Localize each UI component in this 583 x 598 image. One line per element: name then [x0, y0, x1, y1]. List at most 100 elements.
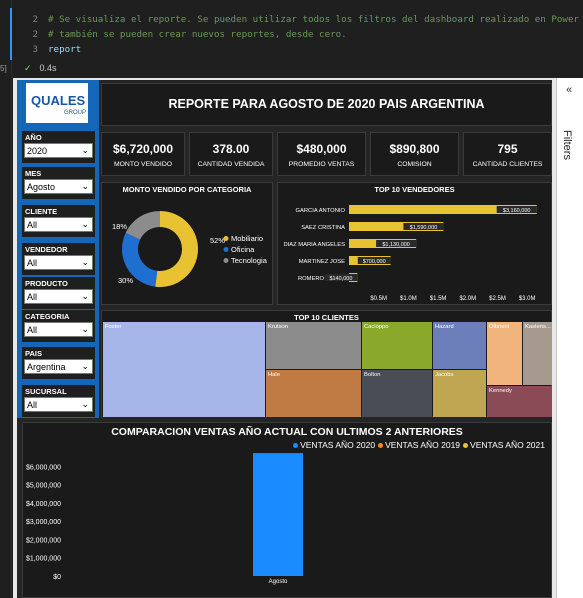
- slicer-dropdown[interactable]: 2020 ⌄: [24, 143, 93, 158]
- y-tick-label: $1,000,000: [26, 556, 61, 563]
- double-chevron-left-icon[interactable]: «: [566, 84, 572, 96]
- slicer-dropdown[interactable]: All ⌄: [24, 289, 93, 304]
- slicer-value: 2020: [27, 146, 48, 156]
- slicer-value: All: [27, 258, 38, 268]
- donut-slice-mobiliario[interactable]: [155, 211, 199, 287]
- slicer-value: Agosto: [27, 182, 56, 192]
- y-tick-label: $6,000,000: [26, 464, 61, 471]
- slicer-dropdown[interactable]: All ⌄: [24, 255, 93, 270]
- report-title: REPORTE PARA AGOSTO DE 2020 PAIS ARGENTI…: [168, 97, 485, 111]
- legend-marker: [223, 258, 229, 263]
- kpi-card[interactable]: $6,720,000 MONTO VENDIDO: [101, 132, 185, 176]
- treemap-label: Krutson: [268, 324, 288, 330]
- vendedores-chart[interactable]: GARCIA ANTONIO $3,160,000 SAEZ CRISTINA $1,…: [278, 183, 553, 306]
- y-tick-label: $5,000,000: [26, 483, 61, 490]
- code-line[interactable]: 3 report: [14, 42, 583, 57]
- treemap-label: Jacobs: [435, 372, 454, 378]
- donut-data-label: 52%: [210, 236, 225, 245]
- code-cell[interactable]: 2 # Se visualiza el reporte. Se pueden ut…: [14, 12, 583, 60]
- slicer-title: SUCURSAL: [25, 387, 67, 396]
- slicer-title: AÑO: [25, 133, 42, 142]
- check-icon: ✓: [24, 63, 32, 73]
- treemap-label: Bolton: [364, 372, 381, 378]
- logo-subtext: GROUP: [64, 110, 87, 116]
- logo-text: QUALES: [31, 93, 86, 108]
- line-number: 2: [32, 29, 38, 40]
- slicer-dropdown[interactable]: All ⌄: [24, 322, 93, 337]
- treemap-label: Foster: [105, 324, 122, 330]
- comparacion-bar[interactable]: [253, 453, 303, 576]
- line-number: 2: [32, 14, 38, 25]
- treemap-label: Hale: [268, 372, 280, 378]
- legend-label[interactable]: Tecnologia: [231, 256, 268, 265]
- cell-gutter: [0, 0, 12, 598]
- legend-marker: [223, 236, 229, 241]
- kpi-card[interactable]: 795 CANTIDAD CLIENTES: [463, 132, 552, 176]
- slicer-sucursal: SUCURSAL All ⌄: [22, 385, 95, 417]
- y-tick-label: $0: [53, 574, 61, 581]
- clientes-treemap[interactable]: Foster Krutson Cacioppo Hazard Olbrient Kaste…: [103, 322, 552, 417]
- comparacion-chart[interactable]: $0 $1,000,000 $2,000,000 $3,000,000 $4,000,0…: [23, 423, 553, 598]
- chevron-down-icon[interactable]: ⌄: [81, 181, 89, 192]
- x-tick-label: $2.5M: [489, 296, 506, 302]
- execution-count: 5]: [0, 64, 7, 73]
- slicer-producto: PRODUCTO All ⌄: [22, 277, 95, 309]
- y-tick-label: $3,000,000: [26, 519, 61, 526]
- slicer-value: Argentina: [27, 362, 66, 372]
- chevron-down-icon[interactable]: ⌄: [81, 145, 89, 156]
- x-category-label: Agosto: [269, 579, 288, 585]
- filters-pane[interactable]: « Filters: [556, 78, 583, 598]
- notebook-window: 2 # Se visualiza el reporte. Se pueden ut…: [0, 0, 583, 598]
- treemap-cell[interactable]: Olbrient: [487, 322, 522, 385]
- vendedor-value-label: $1,590,000: [410, 225, 438, 231]
- code-line[interactable]: 2 # también se pueden crear nuevos report…: [14, 27, 583, 42]
- slicer-dropdown[interactable]: Agosto ⌄: [24, 179, 93, 194]
- kpi-card[interactable]: $480,000 PROMEDIO VENTAS: [277, 132, 366, 176]
- treemap-cell[interactable]: Jacobs: [433, 370, 486, 417]
- legend-label[interactable]: Oficina: [231, 245, 255, 254]
- slicer-value: All: [27, 400, 38, 410]
- chevron-down-icon[interactable]: ⌄: [81, 219, 89, 230]
- slicer-cliente: CLIENTE All ⌄: [22, 205, 95, 237]
- chevron-down-icon[interactable]: ⌄: [81, 291, 89, 302]
- chevron-down-icon[interactable]: ⌄: [81, 257, 89, 268]
- code-text[interactable]: report: [48, 44, 81, 55]
- vendedor-name: SAEZ CRISTINA: [301, 225, 345, 231]
- chevron-down-icon[interactable]: ⌄: [81, 361, 89, 372]
- treemap-cell[interactable]: Hale: [266, 370, 361, 417]
- treemap-cell[interactable]: Cacioppo: [362, 322, 432, 369]
- slicer-value: All: [27, 325, 38, 335]
- kpi-value: 795: [497, 142, 518, 156]
- treemap-cell[interactable]: Kennedy: [487, 386, 552, 417]
- slicer-dropdown[interactable]: All ⌄: [24, 217, 93, 232]
- kpi-card[interactable]: $890,800 COMISION: [370, 132, 459, 176]
- slicer-title: CLIENTE: [25, 207, 58, 216]
- slicer-pais: PAIS Argentina ⌄: [22, 347, 95, 379]
- treemap-cell[interactable]: Kastens...: [523, 322, 552, 385]
- donut-data-label: 18%: [112, 222, 127, 231]
- slicer-title: MES: [25, 169, 42, 178]
- vendedor-value-label: $700,000: [363, 259, 386, 265]
- kpi-label: CANTIDAD VENDIDA: [197, 161, 265, 168]
- chevron-down-icon[interactable]: ⌄: [81, 399, 89, 410]
- donut-chart[interactable]: 52% 30% 18% Mobiliario Oficina Tecnologia: [102, 183, 274, 306]
- slicer-dropdown[interactable]: Argentina ⌄: [24, 359, 93, 374]
- execution-time: 0.4s: [39, 63, 57, 73]
- slicer-value: All: [27, 220, 38, 230]
- legend-label[interactable]: Mobiliario: [231, 234, 263, 243]
- slicer-mes: MES Agosto ⌄: [22, 167, 95, 199]
- chevron-down-icon[interactable]: ⌄: [81, 324, 89, 335]
- code-text[interactable]: # Se visualiza el reporte. Se pueden uti…: [48, 14, 583, 25]
- x-tick-label: $2.0M: [459, 296, 476, 302]
- code-line[interactable]: 2 # Se visualiza el reporte. Se pueden ut…: [14, 12, 583, 27]
- slicer-dropdown[interactable]: All ⌄: [24, 397, 93, 412]
- donut-panel: MONTO VENDIDO POR CATEGORIA 52% 30% 18% Mob…: [101, 182, 273, 305]
- filters-label[interactable]: Filters: [561, 130, 573, 160]
- treemap-cell[interactable]: Hazard: [433, 322, 486, 369]
- treemap-cell[interactable]: Krutson: [266, 322, 361, 369]
- treemap-cell[interactable]: Bolton: [362, 370, 432, 417]
- treemap-label: Kennedy: [489, 388, 512, 394]
- kpi-card[interactable]: 378.00 CANTIDAD VENDIDA: [189, 132, 273, 176]
- treemap-cell[interactable]: Foster: [103, 322, 265, 417]
- code-text[interactable]: # también se pueden crear nuevos reporte…: [48, 29, 347, 40]
